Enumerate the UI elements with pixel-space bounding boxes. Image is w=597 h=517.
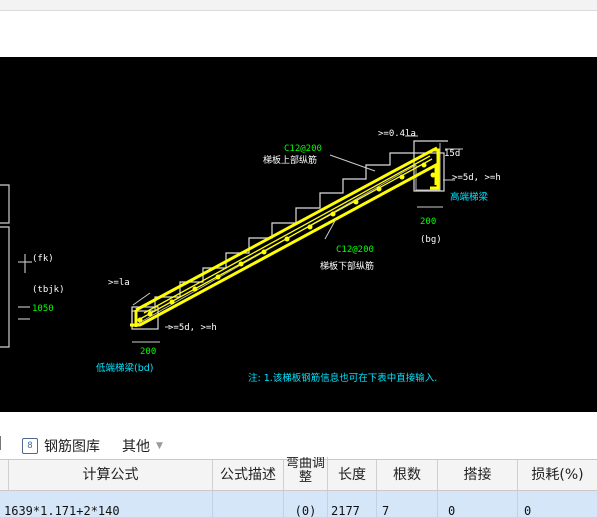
cell-formula-desc[interactable] [213,491,284,517]
bottom-rebar-name: 梯板下部纵筋 [320,260,374,272]
drawing-canvas[interactable]: C12@200 梯板上部纵筋 C12@200 梯板下部纵筋 >=0.4la 15… [0,57,597,412]
dim-right-anchor: >=5d, >=h [452,173,501,183]
rebar-table: 计算公式 公式描述 弯曲调整 长度 根数 搭接 损耗(%) 1639*1.171… [0,457,597,517]
dim-left-200: 200 [140,347,156,357]
toolbar: 8 钢筋图库 其他 ▼ [0,431,597,459]
dim-right-200: 200 [420,217,436,227]
cell-count[interactable]: 7 [377,491,438,517]
left-frames [0,184,32,348]
window-top-bar [0,0,597,11]
header-stub [0,460,9,490]
chevron-down-icon: ▼ [156,441,163,451]
header-bend-adjust[interactable]: 弯曲调整 [284,457,328,490]
dim-left-anchor: >=5d, >=h [168,323,217,333]
cell-bend-adjust[interactable]: (0) [284,491,328,517]
properties-panel [0,11,597,58]
cell-overlap[interactable]: 0 [438,491,518,517]
header-length[interactable]: 长度 [328,460,377,490]
drawing-note: 注: 1.该梯板钢筋信息也可在下表中直接输入. [248,372,437,384]
toolbar-separator-stub [0,436,5,450]
top-rebar-label: C12@200 [284,144,322,154]
left-tbjk-label: (tbjk) [32,285,65,295]
table-row[interactable]: 1639*1.171+2*140 (0) 2177 7 0 0 [0,491,597,517]
header-formula-desc[interactable]: 公式描述 [213,460,284,490]
header-count[interactable]: 根数 [377,460,438,490]
separator-icon [0,436,5,450]
bottom-rebar-label: C12@200 [336,245,374,255]
header-formula[interactable]: 计算公式 [9,460,213,490]
dim-right-bg: (bg) [420,235,442,245]
left-1050-label: 1050 [32,304,54,314]
left-fk-label: (fk) [32,254,54,264]
rebar-library-label: 钢筋图库 [44,439,100,455]
cell-formula[interactable]: 1639*1.171+2*140 [4,491,213,517]
rebar-library-button[interactable]: 8 钢筋图库 [22,436,100,456]
high-beam-label: 高端梯梁 [450,191,489,203]
rebar-cage [130,146,440,327]
header-loss[interactable]: 损耗(%) [518,460,597,490]
cell-loss[interactable]: 0 [518,491,597,517]
dim-left-la: >=la [108,278,130,288]
low-beam-label: 低端梯梁(bd) [96,362,153,374]
dim-15d: 15d [444,149,460,159]
stair-rebar-diagram: C12@200 梯板上部纵筋 C12@200 梯板下部纵筋 >=0.4la 15… [0,129,501,384]
dim-top-right: >=0.4la [378,129,416,139]
top-rebar-name: 梯板上部纵筋 [263,154,317,166]
rebar-library-icon: 8 [22,438,38,454]
table-header: 计算公式 公式描述 弯曲调整 长度 根数 搭接 损耗(%) [0,457,597,491]
header-overlap[interactable]: 搭接 [438,460,518,490]
other-menu-label: 其他 [122,439,150,455]
other-menu-button[interactable]: 其他 ▼ [122,436,163,456]
cell-length[interactable]: 2177 [328,491,377,517]
